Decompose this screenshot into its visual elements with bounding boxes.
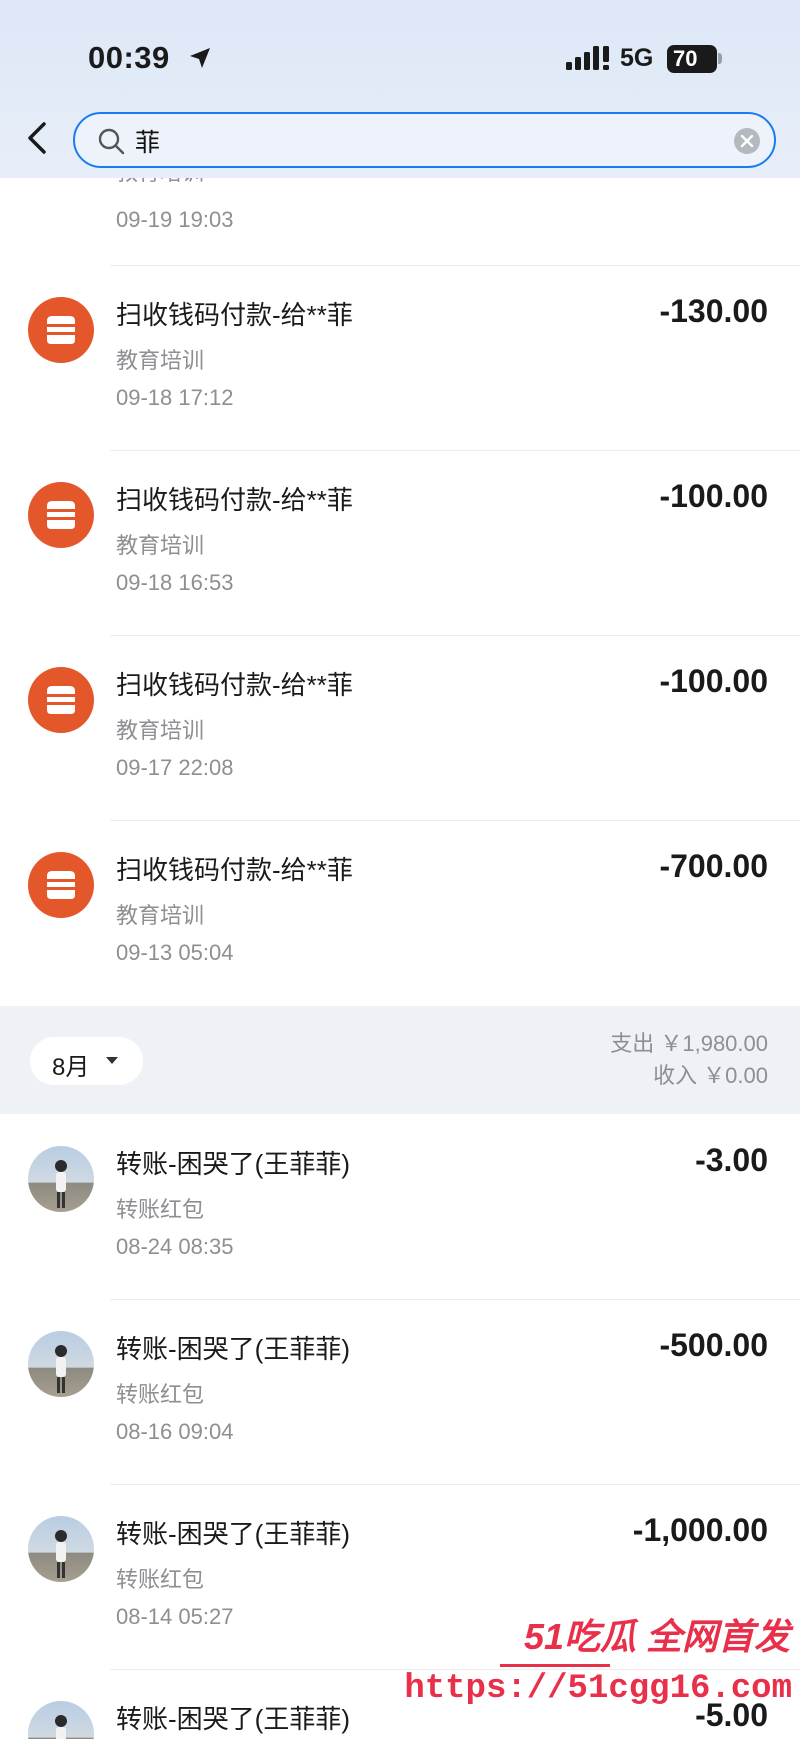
status-time: 00:39 [88,40,170,75]
shop-icon [28,297,94,363]
item-time: 09-13 05:04 [116,940,234,965]
signal-icon [566,46,609,70]
item-title: 转账-困哭了(王菲菲) [116,1519,350,1549]
location-arrow-icon [190,48,210,68]
close-icon [740,134,754,148]
search-icon [98,128,125,155]
item-title: 扫收钱码付款-给**菲 [116,485,353,515]
month-expense: 支出 ￥1,980.00 [610,1031,768,1056]
item-title: 转账-困哭了(王菲菲) [116,1334,350,1364]
item-time: 08-24 08:35 [116,1234,234,1259]
shop-icon [28,482,94,548]
item-category: 教育培训 [116,903,205,928]
item-amount: -100.00 [659,663,768,699]
watermark: 51吃瓜 全网首发 https://51cgg16.com [404,1604,800,1739]
divider [110,635,800,636]
contact-avatar [28,1701,94,1739]
item-time: 08-16 09:04 [116,1419,234,1444]
month-stats: 支出 ￥1,980.00 收入 ￥0.00 [610,1028,768,1092]
contact-avatar [28,1516,94,1582]
divider [110,1299,800,1300]
transaction-row[interactable]: 扫收钱码付款-给**菲 教育培训 09-13 05:04 -700.00 [0,820,800,1005]
item-category: 转账红包 [116,1382,205,1407]
item-title: 转账-困哭了(王菲菲) [116,1149,350,1179]
item-amount: -100.00 [659,478,768,514]
divider [110,1484,800,1485]
item-time: 09-18 16:53 [116,570,234,595]
network-type: 5G [620,44,654,72]
item-time: 09-17 22:08 [116,755,234,780]
battery-level: 70 [673,46,698,71]
month-label: 8月 [52,1054,90,1081]
item-time: 09-19 19:03 [116,207,234,232]
transaction-row[interactable]: 转账-困哭了(王菲菲) 转账红包 08-24 08:35 -3.00 [0,1114,800,1299]
item-amount: -700.00 [659,848,768,884]
divider [110,820,800,821]
search-input[interactable] [135,123,695,159]
transaction-row[interactable]: 扫收钱码付款-给**菲 教育培训 09-18 16:53 -100.00 [0,450,800,635]
caret-down-icon [106,1057,118,1064]
item-category: 教育培训 [116,533,205,558]
divider [110,450,800,451]
item-time: 08-14 05:27 [116,1604,234,1629]
item-amount: -3.00 [695,1142,768,1178]
item-title: 扫收钱码付款-给**菲 [116,300,353,330]
item-time: 09-18 17:12 [116,385,234,410]
item-category: 教育培训 [116,348,205,373]
item-amount: -500.00 [659,1327,768,1363]
status-bar: 00:39 5G 70 [0,0,800,110]
item-amount: -130.00 [659,293,768,329]
item-title: 转账-困哭了(王菲菲) [116,1704,350,1734]
contact-avatar [28,1146,94,1212]
month-summary-bar: 8月 支出 ￥1,980.00 收入 ￥0.00 [0,1006,800,1114]
transaction-row[interactable]: 转账-困哭了(王菲菲) 转账红包 08-16 09:04 -500.00 [0,1299,800,1484]
item-amount: -1,000.00 [632,1512,768,1548]
month-income: 收入 ￥0.00 [653,1063,768,1088]
watermark-brand: 51吃瓜 全网首发 [523,1616,790,1657]
item-category: 转账红包 [116,1567,205,1592]
back-chevron-icon[interactable] [20,116,56,160]
item-title: 扫收钱码付款-给**菲 [116,855,353,885]
watermark-url: https://51cgg16.com [404,1670,792,1708]
contact-avatar [28,1331,94,1397]
search-box[interactable] [73,112,776,168]
battery-icon: 70 [667,45,717,73]
header-area: 00:39 5G 70 [0,0,800,178]
shop-icon [28,852,94,918]
transaction-row[interactable]: 扫收钱码付款-给**菲 教育培训 09-18 17:12 -130.00 [0,265,800,450]
item-category: 教育培训 [116,718,205,743]
battery-cap [718,53,722,64]
transaction-row[interactable]: 扫收钱码付款-给**菲 教育培训 09-17 22:08 -100.00 [0,635,800,820]
divider [110,265,800,266]
month-selector-button[interactable]: 8月 [30,1037,143,1085]
clear-search-button[interactable] [734,128,760,154]
item-title: 扫收钱码付款-给**菲 [116,670,353,700]
item-category: 转账红包 [116,1197,205,1222]
watermark-line [500,1664,610,1667]
shop-icon [28,667,94,733]
